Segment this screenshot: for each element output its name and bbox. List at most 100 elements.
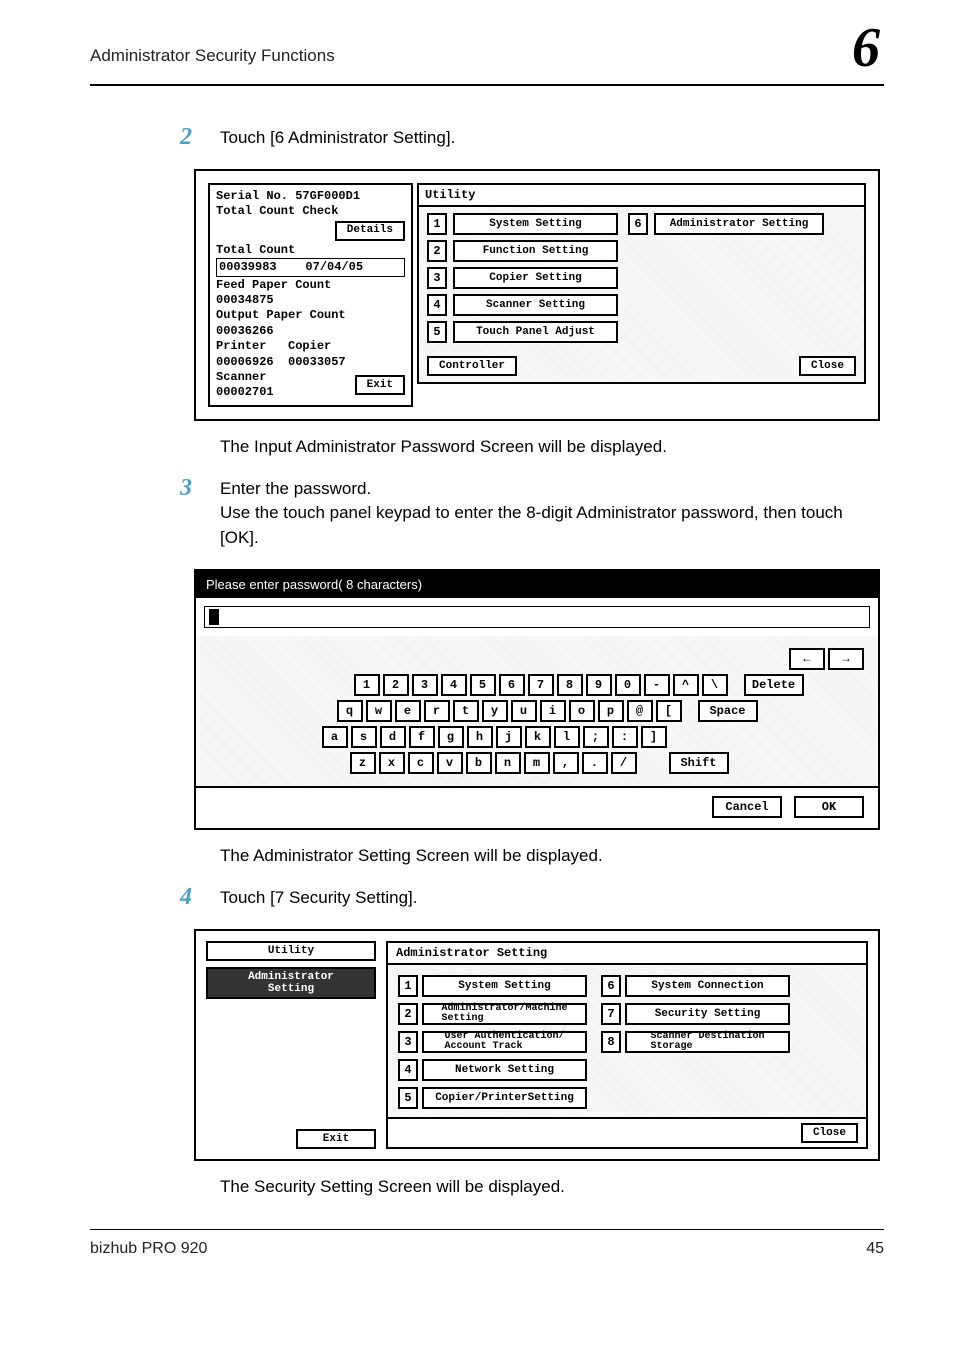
key-x[interactable]: x — [379, 752, 405, 774]
controller-button[interactable]: Controller — [427, 356, 517, 376]
key-1[interactable]: 1 — [354, 674, 380, 696]
key-4[interactable]: 4 — [441, 674, 467, 696]
menu-item-2[interactable]: 2 Function Setting — [427, 240, 618, 262]
key-6[interactable]: 6 — [499, 674, 525, 696]
key-9[interactable]: 9 — [586, 674, 612, 696]
key-3[interactable]: 3 — [412, 674, 438, 696]
scanner-dest-storage-button[interactable]: Scanner Destination Storage — [625, 1031, 790, 1053]
menu-num: 5 — [398, 1087, 418, 1109]
touch-panel-adjust-button[interactable]: Touch Panel Adjust — [453, 321, 618, 343]
output-label: Output Paper Count — [216, 308, 405, 322]
key-i[interactable]: i — [540, 700, 566, 722]
delete-key[interactable]: Delete — [744, 674, 804, 696]
key-slash[interactable]: / — [611, 752, 637, 774]
admin-machine-setting-button[interactable]: Administrator/Machine Setting — [422, 1003, 587, 1025]
cancel-button[interactable]: Cancel — [712, 796, 782, 818]
key-g[interactable]: g — [438, 726, 464, 748]
key-7[interactable]: 7 — [528, 674, 554, 696]
menu-item-3[interactable]: 3 Copier Setting — [427, 267, 618, 289]
security-setting-button[interactable]: Security Setting — [625, 1003, 790, 1025]
user-auth-button[interactable]: User Authentication/ Account Track — [422, 1031, 587, 1053]
keyboard-screenshot: Please enter password( 8 characters) ← →… — [194, 569, 880, 830]
key-rbracket[interactable]: ] — [641, 726, 667, 748]
scanner-setting-button[interactable]: Scanner Setting — [453, 294, 618, 316]
key-f[interactable]: f — [409, 726, 435, 748]
key-p[interactable]: p — [598, 700, 624, 722]
space-key[interactable]: Space — [698, 700, 758, 722]
admin-item-4[interactable]: 4 Network Setting — [398, 1059, 587, 1081]
admin-item-2[interactable]: 2 Administrator/Machine Setting — [398, 1003, 587, 1025]
password-prompt: Please enter password( 8 characters) — [196, 571, 878, 598]
key-s[interactable]: s — [351, 726, 377, 748]
function-setting-button[interactable]: Function Setting — [453, 240, 618, 262]
network-setting-button[interactable]: Network Setting — [422, 1059, 587, 1081]
exit-button[interactable]: Exit — [355, 375, 405, 395]
admin-item-7[interactable]: 7 Security Setting — [601, 1003, 790, 1025]
menu-num: 3 — [398, 1031, 418, 1053]
key-o[interactable]: o — [569, 700, 595, 722]
key-u[interactable]: u — [511, 700, 537, 722]
key-m[interactable]: m — [524, 752, 550, 774]
key-comma[interactable]: , — [553, 752, 579, 774]
ok-button[interactable]: OK — [794, 796, 864, 818]
administrator-setting-button[interactable]: Administrator Setting — [654, 213, 824, 235]
menu-item-5[interactable]: 5 Touch Panel Adjust — [427, 321, 618, 343]
key-colon[interactable]: : — [612, 726, 638, 748]
close-button[interactable]: Close — [799, 356, 856, 376]
key-j[interactable]: j — [496, 726, 522, 748]
admin-exit-button[interactable]: Exit — [296, 1129, 376, 1149]
key-period[interactable]: . — [582, 752, 608, 774]
password-input[interactable] — [204, 606, 870, 628]
key-b[interactable]: b — [466, 752, 492, 774]
key-e[interactable]: e — [395, 700, 421, 722]
key-h[interactable]: h — [467, 726, 493, 748]
menu-item-1[interactable]: 1 System Setting — [427, 213, 618, 235]
key-backslash[interactable]: \ — [702, 674, 728, 696]
admin-item-1[interactable]: 1 System Setting — [398, 975, 587, 997]
step-text-line2: Use the touch panel keypad to enter the … — [220, 501, 884, 550]
menu-num: 1 — [398, 975, 418, 997]
key-v[interactable]: v — [437, 752, 463, 774]
key-semicolon[interactable]: ; — [583, 726, 609, 748]
shift-key[interactable]: Shift — [669, 752, 729, 774]
menu-item-6[interactable]: 6 Administrator Setting — [628, 213, 824, 235]
key-n[interactable]: n — [495, 752, 521, 774]
arrow-right-key[interactable]: → — [828, 648, 864, 670]
scanner-label: Scanner — [216, 370, 274, 384]
arrow-left-key[interactable]: ← — [789, 648, 825, 670]
details-button[interactable]: Details — [335, 221, 405, 241]
admin-item-5[interactable]: 5 Copier/PrinterSetting — [398, 1087, 587, 1109]
key-r[interactable]: r — [424, 700, 450, 722]
key-z[interactable]: z — [350, 752, 376, 774]
key-a[interactable]: a — [322, 726, 348, 748]
system-connection-button[interactable]: System Connection — [625, 975, 790, 997]
key-at[interactable]: @ — [627, 700, 653, 722]
system-setting-button[interactable]: System Setting — [453, 213, 618, 235]
admin-system-setting-button[interactable]: System Setting — [422, 975, 587, 997]
admin-setting-breadcrumb: Administrator Setting — [206, 967, 376, 999]
key-k[interactable]: k — [525, 726, 551, 748]
key-5[interactable]: 5 — [470, 674, 496, 696]
key-l[interactable]: l — [554, 726, 580, 748]
key-8[interactable]: 8 — [557, 674, 583, 696]
key-2[interactable]: 2 — [383, 674, 409, 696]
key-c[interactable]: c — [408, 752, 434, 774]
utility-breadcrumb-button[interactable]: Utility — [206, 941, 376, 961]
key-d[interactable]: d — [380, 726, 406, 748]
key-caret[interactable]: ^ — [673, 674, 699, 696]
key-dash[interactable]: - — [644, 674, 670, 696]
admin-item-6[interactable]: 6 System Connection — [601, 975, 790, 997]
feed-label: Feed Paper Count — [216, 278, 405, 292]
copier-printer-setting-button[interactable]: Copier/PrinterSetting — [422, 1087, 587, 1109]
key-w[interactable]: w — [366, 700, 392, 722]
menu-item-4[interactable]: 4 Scanner Setting — [427, 294, 618, 316]
admin-item-8[interactable]: 8 Scanner Destination Storage — [601, 1031, 790, 1053]
key-0[interactable]: 0 — [615, 674, 641, 696]
copier-setting-button[interactable]: Copier Setting — [453, 267, 618, 289]
admin-item-3[interactable]: 3 User Authentication/ Account Track — [398, 1031, 587, 1053]
key-lbracket[interactable]: [ — [656, 700, 682, 722]
key-y[interactable]: y — [482, 700, 508, 722]
key-q[interactable]: q — [337, 700, 363, 722]
key-t[interactable]: t — [453, 700, 479, 722]
admin-close-button[interactable]: Close — [801, 1123, 858, 1143]
